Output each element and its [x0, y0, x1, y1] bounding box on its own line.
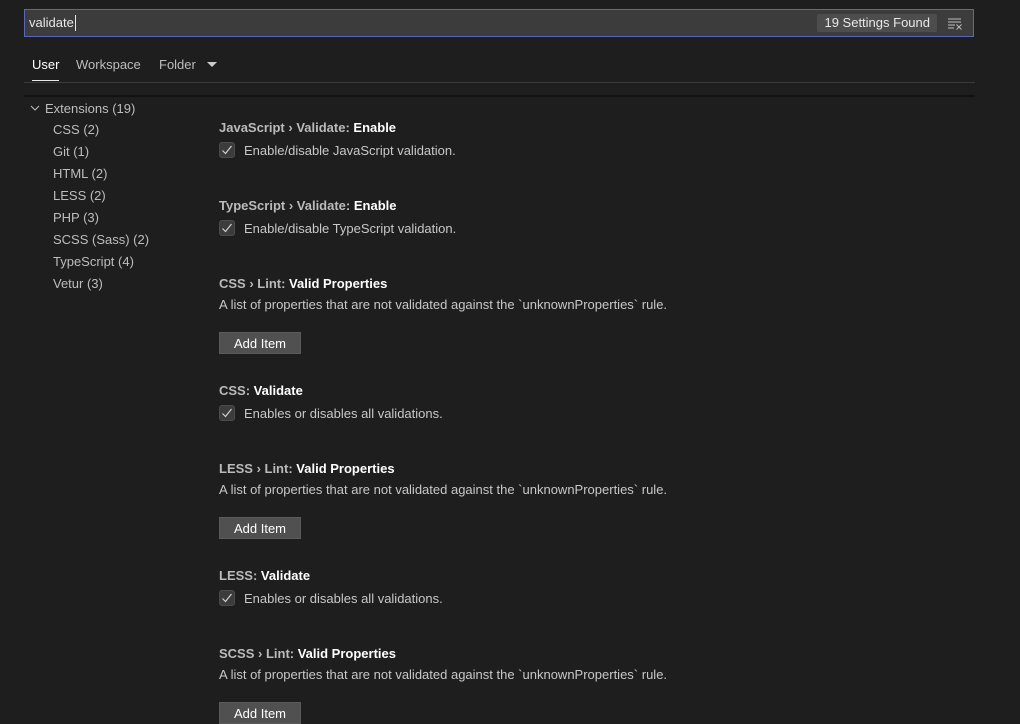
- setting-description: Enable/disable TypeScript validation.: [244, 220, 457, 236]
- setting-title: TypeScript › Validate: Enable: [219, 198, 979, 214]
- settings-scope-tabs: User Workspace Folder: [24, 56, 975, 83]
- tab-workspace[interactable]: Workspace: [76, 56, 141, 80]
- setting-less-validate: LESS: Validate Enables or disables all v…: [219, 568, 979, 607]
- setting-name: Validate: [253, 383, 303, 398]
- toc-item-git[interactable]: Git (1): [53, 142, 89, 162]
- setting-category: CSS:: [219, 383, 254, 398]
- setting-name: Enable: [353, 198, 397, 213]
- toc-item-scss[interactable]: SCSS (Sass) (2): [53, 230, 149, 250]
- add-item-button[interactable]: Add Item: [219, 702, 301, 724]
- setting-checkbox[interactable]: [219, 590, 235, 606]
- setting-category: SCSS › Lint:: [219, 646, 298, 661]
- search-input-value: validate: [29, 15, 74, 30]
- setting-title: LESS: Validate: [219, 568, 979, 584]
- setting-category: TypeScript › Validate:: [219, 198, 354, 213]
- toc-extensions-header[interactable]: Extensions (19): [30, 98, 135, 118]
- setting-description: Enables or disables all validations.: [244, 590, 443, 606]
- setting-title: LESS › Lint: Valid Properties: [219, 461, 979, 477]
- toc-item-vetur[interactable]: Vetur (3): [53, 274, 103, 294]
- toc-item-php[interactable]: PHP (3): [53, 208, 99, 228]
- check-icon: [222, 145, 232, 155]
- setting-name: Valid Properties: [297, 646, 396, 661]
- setting-title: CSS: Validate: [219, 383, 979, 399]
- toc-header-label: Extensions (19): [45, 100, 136, 116]
- setting-name: Valid Properties: [289, 276, 388, 291]
- settings-editor: validate 19 Settings Found User Workspac…: [0, 0, 1020, 724]
- toc-item-typescript[interactable]: TypeScript (4): [53, 252, 134, 272]
- check-icon: [222, 223, 232, 233]
- setting-title: JavaScript › Validate: Enable: [219, 120, 979, 136]
- setting-description: A list of properties that are not valida…: [219, 482, 668, 497]
- setting-name: Valid Properties: [296, 461, 395, 476]
- tab-user[interactable]: User: [32, 56, 60, 81]
- setting-scss-lint-valid-properties: SCSS › Lint: Valid Properties A list of …: [219, 646, 979, 724]
- text-caret: [74, 15, 76, 31]
- setting-typescript-validate-enable: TypeScript › Validate: Enable Enable/dis…: [219, 198, 979, 237]
- setting-css-validate: CSS: Validate Enables or disables all va…: [219, 383, 979, 422]
- search-input[interactable]: validate: [29, 10, 76, 36]
- setting-javascript-validate-enable: JavaScript › Validate: Enable Enable/dis…: [219, 120, 979, 159]
- setting-less-lint-valid-properties: LESS › Lint: Valid Properties A list of …: [219, 461, 979, 539]
- setting-checkbox[interactable]: [219, 142, 235, 158]
- chevron-down-icon: [30, 105, 40, 111]
- clear-filter-icon[interactable]: [947, 17, 963, 31]
- setting-description: Enable/disable JavaScript validation.: [244, 142, 456, 158]
- setting-description: A list of properties that are not valida…: [219, 297, 668, 312]
- setting-css-lint-valid-properties: CSS › Lint: Valid Properties A list of p…: [219, 276, 979, 354]
- setting-category: JavaScript › Validate:: [219, 120, 354, 135]
- setting-description: Enables or disables all validations.: [244, 405, 443, 421]
- setting-category: LESS › Lint:: [219, 461, 297, 476]
- search-box[interactable]: validate 19 Settings Found: [24, 9, 974, 37]
- setting-checkbox[interactable]: [219, 220, 235, 236]
- toc-item-css[interactable]: CSS (2): [53, 120, 99, 140]
- setting-category: LESS:: [219, 568, 261, 583]
- setting-title: SCSS › Lint: Valid Properties: [219, 646, 979, 662]
- toc-item-less[interactable]: LESS (2): [53, 186, 106, 206]
- setting-name: Enable: [353, 120, 397, 135]
- caret-down-icon[interactable]: [207, 62, 217, 67]
- check-icon: [222, 408, 232, 418]
- add-item-button[interactable]: Add Item: [219, 332, 301, 354]
- check-icon: [222, 593, 232, 603]
- setting-description: A list of properties that are not valida…: [219, 667, 668, 682]
- setting-title: CSS › Lint: Valid Properties: [219, 276, 979, 292]
- tab-folder[interactable]: Folder: [159, 56, 196, 80]
- settings-count-badge: 19 Settings Found: [817, 14, 937, 32]
- setting-checkbox[interactable]: [219, 405, 235, 421]
- setting-category: CSS › Lint:: [219, 276, 290, 291]
- header-divider: [24, 95, 975, 97]
- toc-item-html[interactable]: HTML (2): [53, 164, 107, 184]
- setting-name: Validate: [260, 568, 311, 583]
- add-item-button[interactable]: Add Item: [219, 517, 301, 539]
